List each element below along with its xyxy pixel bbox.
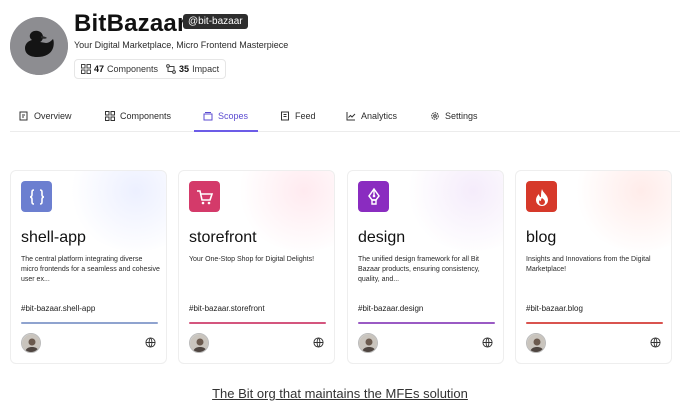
- scope-id: #bit-bazaar.shell-app: [21, 304, 96, 313]
- scope-name[interactable]: blog: [526, 229, 556, 247]
- tab-settings[interactable]: Settings: [430, 100, 478, 132]
- scope-color-bar: [189, 322, 326, 324]
- tab-label: Analytics: [361, 111, 398, 121]
- analytics-icon: [346, 112, 356, 121]
- org-name: BitBazaar: [74, 10, 187, 37]
- scope-description: Your One-Stop Shop for Digital Delights!: [189, 256, 315, 263]
- impact-icon: [166, 64, 176, 74]
- overview-icon: [19, 111, 28, 121]
- braces-icon: [29, 188, 44, 205]
- tab-feed[interactable]: Feed: [280, 100, 316, 132]
- feed-icon: [281, 111, 289, 121]
- org-tagline: Your Digital Marketplace, Micro Frontend…: [74, 40, 289, 50]
- scope-description: Insights and Innovations from the Digita…: [526, 256, 651, 273]
- scopes-icon: [203, 112, 213, 121]
- scope-name[interactable]: shell-app: [21, 229, 86, 247]
- tab-label: Overview: [34, 111, 72, 121]
- footer-caption-link[interactable]: The Bit org that maintains the MFEs solu…: [0, 386, 680, 401]
- tab-label: Settings: [445, 111, 478, 121]
- scope-card-shell-app[interactable]: shell-app The central platform integrati…: [10, 170, 167, 364]
- duck-icon: [10, 17, 68, 75]
- flame-icon: [535, 188, 548, 206]
- globe-icon: [313, 337, 324, 348]
- tab-label: Scopes: [218, 111, 249, 121]
- person-icon: [22, 334, 40, 352]
- scope-color-bar: [21, 322, 158, 324]
- components-count: 47: [94, 64, 105, 74]
- gear-icon: [431, 112, 439, 120]
- owner-avatar[interactable]: [21, 333, 41, 353]
- tab-label: Components: [120, 111, 172, 121]
- owner-avatar[interactable]: [526, 333, 546, 353]
- person-icon: [190, 334, 208, 352]
- person-icon: [359, 334, 377, 352]
- owner-avatar[interactable]: [189, 333, 209, 353]
- tab-overview[interactable]: Overview: [19, 100, 72, 132]
- card-glow: [403, 171, 503, 251]
- scope-id: #bit-bazaar.design: [358, 304, 424, 313]
- owner-avatar[interactable]: [358, 333, 378, 353]
- globe-icon: [145, 337, 156, 348]
- scope-id: #bit-bazaar.blog: [526, 304, 583, 313]
- org-avatar[interactable]: [10, 17, 68, 75]
- scope-icon: [526, 181, 557, 212]
- scope-id: #bit-bazaar.storefront: [189, 304, 265, 313]
- active-tab-indicator: [194, 130, 258, 132]
- tab-scopes[interactable]: Scopes: [203, 100, 248, 132]
- scope-name[interactable]: design: [358, 229, 405, 247]
- grid-icon: [81, 64, 91, 74]
- scope-name[interactable]: storefront: [189, 229, 257, 247]
- scope-card-blog[interactable]: blog Insights and Innovations from the D…: [515, 170, 672, 364]
- card-glow: [571, 171, 671, 251]
- impact-count: 35: [179, 64, 190, 74]
- impact-stat[interactable]: 35 Impact: [166, 64, 219, 74]
- tab-analytics[interactable]: Analytics: [346, 100, 397, 132]
- components-label: Components: [107, 64, 159, 74]
- pen-tool-icon: [367, 187, 380, 205]
- grid-icon: [105, 111, 115, 121]
- org-handle-badge: @bit-bazaar: [183, 14, 248, 29]
- scope-icon: [189, 181, 220, 212]
- scope-description: The unified design framework for all Bit…: [358, 256, 480, 283]
- scope-color-bar: [526, 322, 663, 324]
- scope-card-list: shell-app The central platform integrati…: [10, 170, 672, 364]
- scope-icon: [358, 181, 389, 212]
- scope-description: The central platform integrating diverse…: [21, 256, 160, 283]
- scope-card-storefront[interactable]: storefront Your One-Stop Shop for Digita…: [178, 170, 335, 364]
- scope-icon: [21, 181, 52, 212]
- org-stats: 47 Components 35 Impact: [74, 59, 227, 79]
- org-header: BitBazaar @bit-bazaar Your Digital Marke…: [10, 10, 670, 84]
- components-stat[interactable]: 47 Components: [81, 64, 158, 74]
- cart-icon: [196, 189, 213, 204]
- globe-icon: [650, 337, 661, 348]
- person-icon: [527, 334, 545, 352]
- org-tabs: Overview Components Scopes Feed Analytic…: [10, 100, 680, 132]
- scope-card-design[interactable]: design The unified design framework for …: [347, 170, 504, 364]
- impact-label: Impact: [192, 64, 220, 74]
- tab-components[interactable]: Components: [105, 100, 171, 132]
- globe-icon: [482, 337, 493, 348]
- tab-label: Feed: [295, 111, 316, 121]
- scope-color-bar: [358, 322, 495, 324]
